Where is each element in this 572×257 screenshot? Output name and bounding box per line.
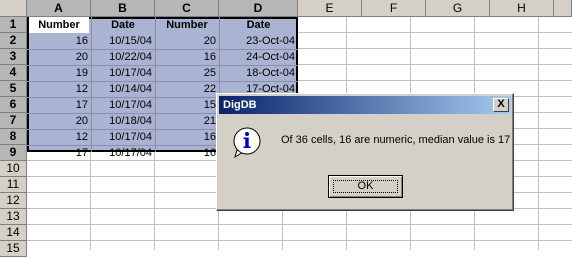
cell-c1[interactable]: Number (155, 17, 219, 33)
cell-a2[interactable]: 16 (27, 33, 91, 49)
row-header-9[interactable]: 9 (0, 145, 27, 161)
dialog-titlebar[interactable]: DigDB X (219, 96, 511, 114)
ok-button[interactable]: OK (328, 175, 403, 198)
column-header-e[interactable]: E (298, 0, 362, 17)
digdb-dialog: DigDB X Of 36 cells, 16 are numeric, med… (216, 93, 514, 211)
row-header-7[interactable]: 7 (0, 113, 27, 129)
cell-b9[interactable]: 10/17/04 (91, 145, 155, 161)
select-all-corner[interactable] (0, 0, 27, 17)
column-header-a[interactable]: A (27, 0, 91, 17)
dialog-message: Of 36 cells, 16 are numeric, median valu… (281, 134, 511, 146)
row-header-8[interactable]: 8 (0, 129, 27, 145)
cell-c2[interactable]: 20 (155, 33, 219, 49)
cell-a4[interactable]: 19 (27, 65, 91, 81)
row-header-13[interactable]: 13 (0, 209, 27, 225)
cell-a8[interactable]: 12 (27, 129, 91, 145)
close-icon: X (497, 98, 505, 110)
row-header-2[interactable]: 2 (0, 33, 27, 49)
cell-a3[interactable]: 20 (27, 49, 91, 65)
row-header-5[interactable]: 5 (0, 81, 27, 97)
cell-b7[interactable]: 10/18/04 (91, 113, 155, 129)
cell-c9[interactable]: 16 (155, 145, 219, 161)
column-header-g[interactable]: G (426, 0, 490, 17)
column-header-h[interactable]: H (490, 0, 554, 17)
row-header-14[interactable]: 14 (0, 225, 27, 241)
column-header-c[interactable]: C (155, 0, 219, 17)
cell-d1[interactable]: Date (219, 17, 298, 33)
cell-b6[interactable]: 10/17/04 (91, 97, 155, 113)
cell-c6[interactable]: 15 (155, 97, 219, 113)
cell-a5[interactable]: 12 (27, 81, 91, 97)
cell-d4[interactable]: 18-Oct-04 (219, 65, 298, 81)
column-header-f[interactable]: F (362, 0, 426, 17)
row-header-10[interactable]: 10 (0, 161, 27, 177)
cell-c4[interactable]: 25 (155, 65, 219, 81)
row-header-4[interactable]: 4 (0, 65, 27, 81)
row-header-12[interactable]: 12 (0, 193, 27, 209)
cell-b8[interactable]: 10/17/04 (91, 129, 155, 145)
cell-c3[interactable]: 16 (155, 49, 219, 65)
column-header-d[interactable]: D (219, 0, 298, 17)
cell-b2[interactable]: 10/15/04 (91, 33, 155, 49)
row-header-3[interactable]: 3 (0, 49, 27, 65)
row-header-11[interactable]: 11 (0, 177, 27, 193)
row-header-1[interactable]: 1 (0, 17, 27, 33)
cell-d3[interactable]: 24-Oct-04 (219, 49, 298, 65)
focus-rect (333, 180, 398, 193)
cell-c7[interactable]: 21 (155, 113, 219, 129)
cell-a9[interactable]: 17 (27, 145, 91, 161)
cell-d2[interactable]: 23-Oct-04 (219, 33, 298, 49)
cell-a6[interactable]: 17 (27, 97, 91, 113)
cell-b3[interactable]: 10/22/04 (91, 49, 155, 65)
row-header-15[interactable]: 15 (0, 241, 27, 257)
column-header-i[interactable] (554, 0, 572, 17)
cell-b1[interactable]: Date (91, 17, 155, 33)
cell-b4[interactable]: 10/17/04 (91, 65, 155, 81)
column-header-b[interactable]: B (91, 0, 155, 17)
dialog-title: DigDB (223, 99, 257, 111)
row-header-6[interactable]: 6 (0, 97, 27, 113)
cell-a1[interactable]: Number (29, 17, 89, 33)
info-icon (233, 127, 261, 158)
cell-c5[interactable]: 22 (155, 81, 219, 97)
cell-c8[interactable]: 16 (155, 129, 219, 145)
cell-a7[interactable]: 20 (27, 113, 91, 129)
spreadsheet: A B C D E F G H 1 2 3 4 5 6 7 8 9 10 11 … (0, 0, 572, 257)
cell-b5[interactable]: 10/14/04 (91, 81, 155, 97)
close-button[interactable]: X (493, 98, 509, 112)
